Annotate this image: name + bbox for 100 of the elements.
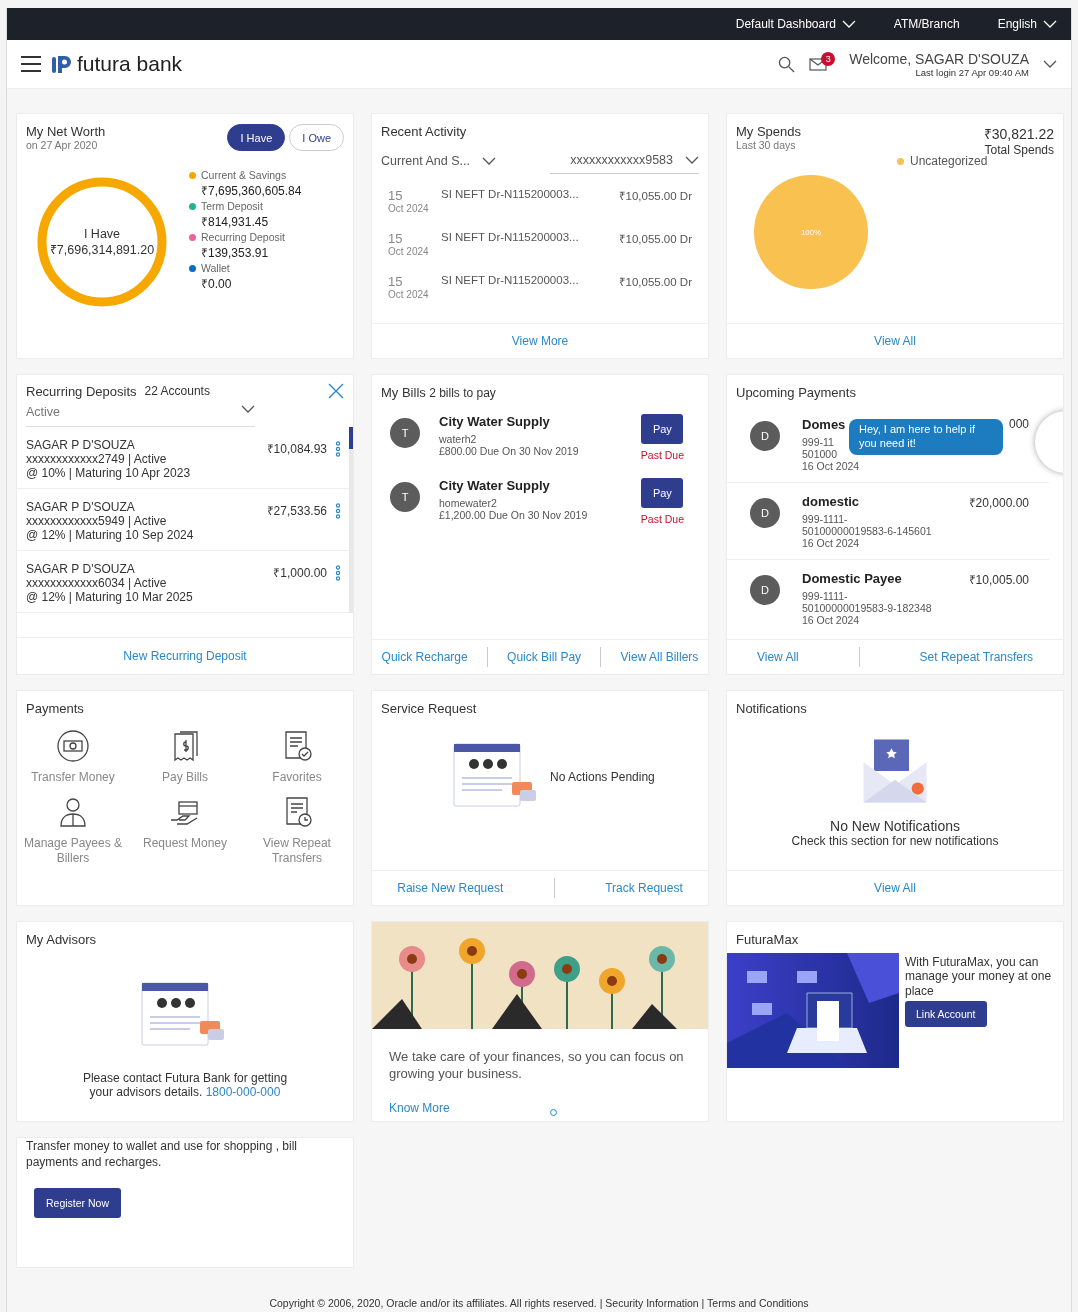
payment-option-label[interactable]: Request Money xyxy=(135,836,235,851)
payments-link[interactable]: View All xyxy=(756,650,799,664)
chevron-down-icon xyxy=(1043,20,1057,28)
bill-due: £800.00 Due On 30 Nov 2019 xyxy=(439,445,580,457)
payments-link[interactable]: Set Repeat Transfers xyxy=(919,650,1033,664)
toggle-button[interactable]: I Owe xyxy=(289,124,344,151)
transaction-amount: ₹10,055.00 Dr xyxy=(618,275,692,290)
transaction-amount: ₹10,055.00 Dr xyxy=(618,232,692,247)
payment-option-label[interactable]: View Repeat Transfers xyxy=(247,836,347,866)
payment-amount: ₹10,005.00 xyxy=(968,572,1029,589)
payment-option-label[interactable]: Manage Payees & Billers xyxy=(23,836,123,866)
payment-option-label[interactable]: Transfer Money xyxy=(23,770,123,785)
card-title: Payments xyxy=(26,701,84,716)
payment-detail: 501000 xyxy=(802,448,838,460)
more-options-icon[interactable] xyxy=(335,565,341,581)
card-title: My Bills xyxy=(381,385,426,400)
view-more-link[interactable]: View More xyxy=(511,334,569,348)
money-circle-icon[interactable] xyxy=(55,728,91,764)
holder-name: SAGAR P D'SOUZA xyxy=(26,562,136,576)
account-number: xxxxxxxxxxxx2749 | Active xyxy=(26,452,168,466)
chevron-down-icon xyxy=(481,156,496,165)
menu-icon[interactable] xyxy=(21,56,41,72)
payment-option-label[interactable]: Pay Bills xyxy=(135,770,235,785)
chat-bubble: Hey, I am here to help if you need it! xyxy=(849,419,1003,455)
more-options-icon[interactable] xyxy=(335,503,341,519)
link-account-button[interactable]: Link Account xyxy=(905,1001,987,1028)
holder-name: SAGAR P D'SOUZA xyxy=(26,500,136,514)
payment-detail: 999-1111- xyxy=(802,513,848,525)
payment-detail: 16 Oct 2024 xyxy=(802,460,860,472)
menu-dropdown[interactable]: English xyxy=(997,17,1057,31)
payment-option-label[interactable]: Favorites xyxy=(247,770,347,785)
deposit-terms: @ 10% | Maturing 10 Apr 2023 xyxy=(26,466,192,480)
date-day: 15 xyxy=(388,188,441,203)
bill-status: Past Due xyxy=(640,449,684,461)
toggle-button[interactable]: I Have xyxy=(227,124,286,151)
transaction-description: SI NEFT Dr-N115200003... xyxy=(441,231,580,245)
date-month: Oct 2024 xyxy=(388,203,430,214)
avatar: D xyxy=(750,498,780,528)
payment-detail: 999-11 xyxy=(802,436,834,448)
card-title: Upcoming Payments xyxy=(736,385,856,400)
net-worth-total: ₹7,696,314,891.20 xyxy=(49,241,155,258)
last-login-text: Last login 27 Apr 09:40 AM xyxy=(915,66,1029,78)
card-title: Recurring Deposits xyxy=(26,383,137,399)
date-day: 15 xyxy=(388,231,441,246)
card-title: My Net Worth xyxy=(26,124,106,139)
payment-amount: ₹20,000.00 xyxy=(968,495,1029,512)
bills-link[interactable]: View All Billers xyxy=(620,650,699,664)
transaction-amount: ₹10,055.00 Dr xyxy=(618,189,692,204)
more-options-icon[interactable] xyxy=(335,441,341,457)
deposit-amount: ₹1,000.00 xyxy=(273,565,327,582)
payment-detail: 999-1111- xyxy=(802,590,848,602)
legend-label: Current & Savings xyxy=(201,169,287,181)
welcome-text: Welcome, SAGAR D'SOUZA xyxy=(849,50,1029,67)
bills-count: 2 bills to pay xyxy=(429,386,496,400)
avatar: D xyxy=(750,421,780,451)
account-dropdown[interactable]: xxxxxxxxxxxx9583 xyxy=(550,153,699,174)
holder-name: SAGAR P D'SOUZA xyxy=(26,438,136,452)
period-text: Last 30 days xyxy=(736,139,797,151)
account-number: xxxxxxxxxxxx5949 | Active xyxy=(26,514,168,528)
empty-message: No Actions Pending xyxy=(550,770,655,784)
card-title: My Spends xyxy=(736,124,802,139)
bills-link[interactable]: Quick Recharge xyxy=(381,650,468,664)
donut-label: I Have xyxy=(83,226,121,241)
search-icon[interactable] xyxy=(778,55,796,73)
pay-button[interactable]: Pay xyxy=(641,478,684,508)
date-month: Oct 2024 xyxy=(388,246,430,257)
service-link[interactable]: Track Request xyxy=(605,881,683,895)
bill-nickname: homewater2 xyxy=(439,497,498,509)
bill-due: £1,200.00 Due On 30 Nov 2019 xyxy=(439,509,589,521)
know-more-link[interactable]: Know More xyxy=(389,1101,450,1116)
card-title: Notifications xyxy=(736,701,807,716)
card-title: My Advisors xyxy=(26,932,97,947)
date-month: Oct 2024 xyxy=(388,289,430,300)
bills-link[interactable]: Quick Bill Pay xyxy=(507,650,582,664)
phone-link[interactable]: 1800-000-000 xyxy=(205,1085,281,1099)
menu-link[interactable]: ATM/Branch xyxy=(893,17,960,31)
date-day: 15 xyxy=(388,274,441,289)
avatar: T xyxy=(390,418,420,448)
service-link[interactable]: Raise New Request xyxy=(397,881,504,895)
register-button[interactable]: Register Now xyxy=(34,1188,122,1219)
legend-value: ₹814,931.45 xyxy=(200,214,270,230)
copyright-text: Copyright © 2006, 2020, Oracle and/or its affiliates. All rights reserved. | Security Information | Terms and Conditions xyxy=(268,1297,810,1311)
view-all-link[interactable]: View All xyxy=(874,334,916,348)
account-dropdown[interactable]: Current And S... xyxy=(381,153,496,174)
status-dropdown[interactable]: Active xyxy=(26,405,255,427)
new-deposit-link[interactable]: New Recurring Deposit xyxy=(123,649,247,663)
legend-value: ₹0.00 xyxy=(200,276,233,292)
total-spends-amount: ₹30,821.22 xyxy=(983,125,1054,143)
close-icon[interactable] xyxy=(328,383,344,399)
pay-button[interactable]: Pay xyxy=(641,414,684,444)
mail-icon[interactable] xyxy=(809,57,828,71)
card-title: Service Request xyxy=(381,701,477,716)
card-title: FuturaMax xyxy=(736,932,799,947)
legend-label: Uncategorized xyxy=(910,154,988,168)
legend-label: Wallet xyxy=(201,262,230,274)
menu-dropdown[interactable]: Default Dashboard xyxy=(735,17,856,31)
payment-detail: 16 Oct 2024 xyxy=(802,614,860,626)
view-all-link[interactable]: View All xyxy=(874,881,916,895)
advisor-message: Please contact Futura Bank for getting your advisors details. 1800-000-000 xyxy=(81,1071,289,1099)
card-title: Recent Activity xyxy=(381,124,468,139)
